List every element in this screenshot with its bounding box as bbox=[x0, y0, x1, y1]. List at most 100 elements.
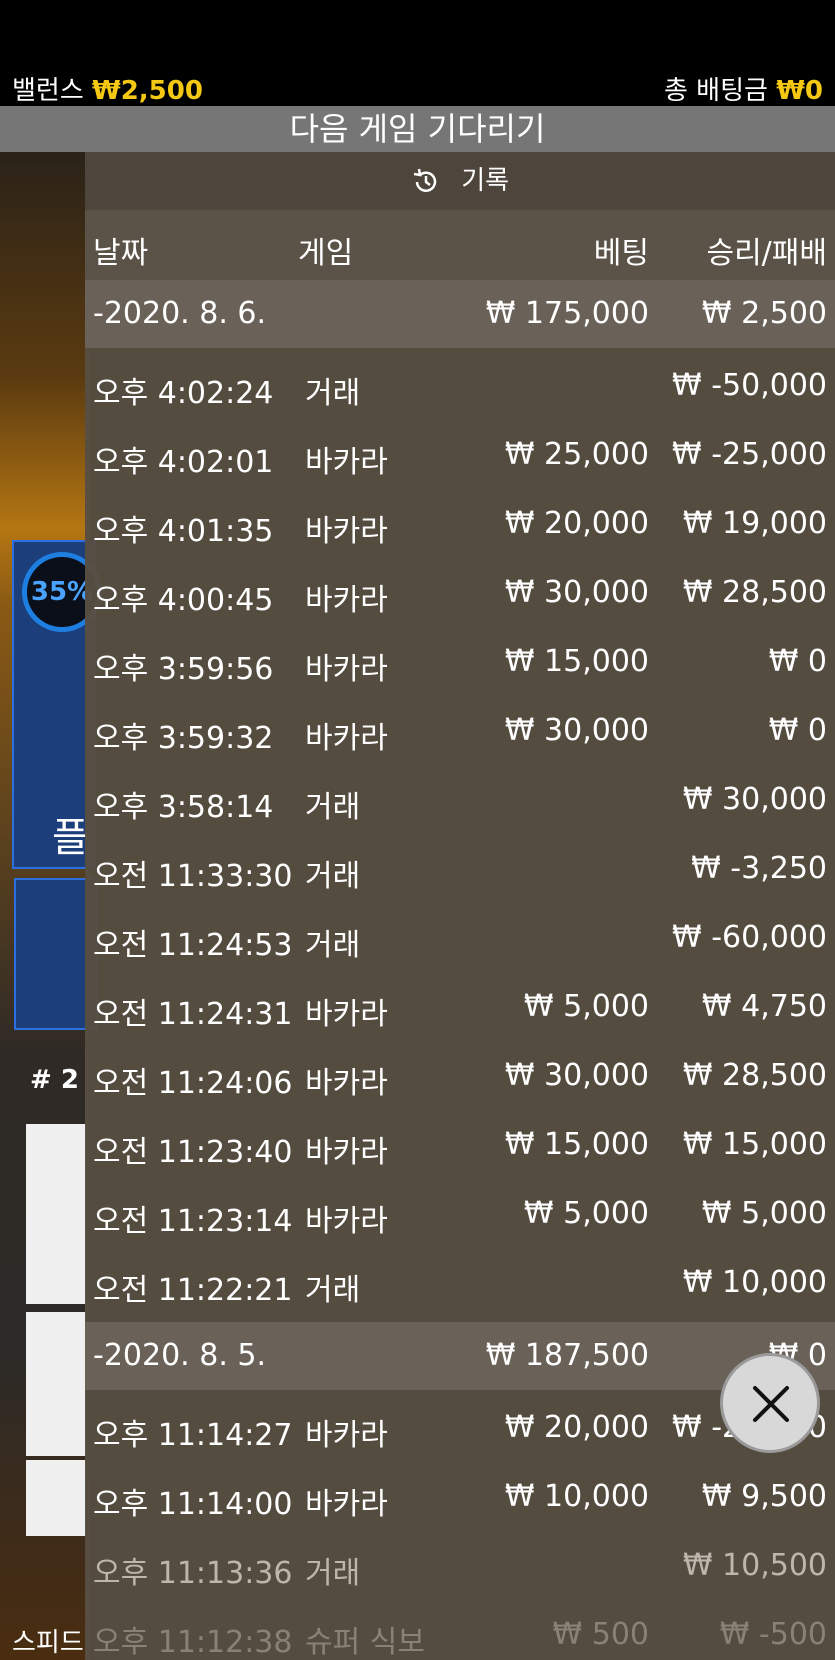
row-winloss: ₩ -500 bbox=[719, 1617, 827, 1652]
row-game: 바카라 bbox=[305, 652, 388, 687]
col-game: 게임 bbox=[298, 236, 354, 271]
table-row[interactable]: 오후 3:58:14 거래 ₩ 30,000 bbox=[85, 766, 835, 835]
row-winloss: ₩ 4,750 bbox=[701, 989, 827, 1024]
row-game: 거래 bbox=[305, 790, 361, 825]
row-time: 오후 3:59:32 bbox=[93, 721, 274, 756]
row-bet: ₩ 5,000 bbox=[523, 989, 649, 1024]
history-title: 기록 bbox=[461, 166, 510, 196]
row-game: 바카라 bbox=[305, 1487, 388, 1522]
row-time: 오후 11:13:36 bbox=[93, 1556, 293, 1591]
row-time: 오후 4:01:35 bbox=[93, 514, 274, 549]
row-winloss: ₩ -50,000 bbox=[672, 368, 827, 403]
history-title-bar: 기록 bbox=[85, 152, 835, 210]
row-bet: ₩ 500 bbox=[552, 1617, 649, 1652]
group-bet-total: ₩ 175,000 bbox=[485, 296, 649, 331]
row-game: 바카라 bbox=[305, 445, 388, 480]
row-game: 거래 bbox=[305, 928, 361, 963]
row-game: 바카라 bbox=[305, 721, 388, 756]
row-time: 오후 11:14:00 bbox=[93, 1487, 293, 1522]
row-winloss: ₩ 9,500 bbox=[701, 1479, 827, 1514]
table-header: 날짜 게임 베팅 승리/패배 bbox=[85, 210, 835, 280]
table-row[interactable]: 오전 11:24:31 바카라 ₩ 5,000 ₩ 4,750 bbox=[85, 973, 835, 1042]
row-winloss: ₩ 19,000 bbox=[682, 506, 827, 541]
row-game: 바카라 bbox=[305, 1135, 388, 1170]
row-time: 오후 3:59:56 bbox=[93, 652, 274, 687]
group-bet-total: ₩ 187,500 bbox=[485, 1338, 649, 1373]
row-bet: ₩ 30,000 bbox=[504, 713, 649, 748]
row-game: 거래 bbox=[305, 1556, 361, 1591]
row-time: 오후 11:12:38 bbox=[93, 1625, 293, 1660]
row-winloss: ₩ 0 bbox=[768, 644, 827, 679]
balance-label: 밸런스 bbox=[12, 76, 84, 106]
big-road bbox=[26, 1312, 86, 1456]
row-game: 바카라 bbox=[305, 1066, 388, 1101]
row-game: 거래 bbox=[305, 1273, 361, 1308]
speed-label-partial: 스피드 bbox=[12, 1628, 84, 1658]
table-row[interactable]: 오후 11:12:38 슈퍼 식보 ₩ 500 ₩ -500 bbox=[85, 1601, 835, 1660]
table-row[interactable]: 오후 3:59:32 바카라 ₩ 30,000 ₩ 0 bbox=[85, 697, 835, 766]
row-bet: ₩ 20,000 bbox=[504, 506, 649, 541]
table-row[interactable]: 오전 11:23:40 바카라 ₩ 15,000 ₩ 15,000 bbox=[85, 1111, 835, 1180]
table-row[interactable]: 오전 11:23:14 바카라 ₩ 5,000 ₩ 5,000 bbox=[85, 1180, 835, 1249]
table-row[interactable]: 오전 11:22:21 거래 ₩ 10,000 bbox=[85, 1249, 835, 1318]
row-winloss: ₩ 0 bbox=[768, 713, 827, 748]
date-group-header[interactable]: -2020. 8. 6. ₩ 175,000 ₩ 2,500 bbox=[85, 280, 835, 348]
history-icon bbox=[413, 168, 437, 192]
row-time: 오전 11:23:40 bbox=[93, 1135, 293, 1170]
row-winloss: ₩ -25,000 bbox=[672, 437, 827, 472]
row-time: 오후 4:02:01 bbox=[93, 445, 274, 480]
row-bet: ₩ 25,000 bbox=[504, 437, 649, 472]
waiting-banner: 다음 게임 기다리기 bbox=[0, 106, 835, 152]
row-winloss: ₩ 28,500 bbox=[682, 1058, 827, 1093]
row-game: 바카라 bbox=[305, 1418, 388, 1453]
row-game: 거래 bbox=[305, 859, 361, 894]
history-panel: 기록 날짜 게임 베팅 승리/패배 -2020. 8. 6. ₩ 175,000… bbox=[85, 152, 835, 1660]
date-group-header[interactable]: -2020. 8. 5. ₩ 187,500 ₩ 0 bbox=[85, 1322, 835, 1390]
table-row[interactable]: 오후 11:13:36 거래 ₩ 10,500 bbox=[85, 1532, 835, 1601]
row-game: 바카라 bbox=[305, 583, 388, 618]
row-game: 거래 bbox=[305, 376, 361, 411]
row-time: 오전 11:24:31 bbox=[93, 997, 293, 1032]
round-number-partial: # 2 bbox=[30, 1065, 79, 1095]
row-time: 오후 4:00:45 bbox=[93, 583, 274, 618]
row-bet: ₩ 20,000 bbox=[504, 1410, 649, 1445]
table-row[interactable]: 오후 3:59:56 바카라 ₩ 15,000 ₩ 0 bbox=[85, 628, 835, 697]
row-game: 슈퍼 식보 bbox=[305, 1625, 425, 1660]
row-time: 오전 11:22:21 bbox=[93, 1273, 293, 1308]
col-date: 날짜 bbox=[93, 236, 149, 271]
row-game: 바카라 bbox=[305, 1204, 388, 1239]
row-winloss: ₩ -3,250 bbox=[691, 851, 827, 886]
close-button[interactable] bbox=[720, 1353, 820, 1453]
row-bet: ₩ 30,000 bbox=[504, 575, 649, 610]
row-winloss: ₩ 10,500 bbox=[682, 1548, 827, 1583]
table-row[interactable]: 오후 4:02:01 바카라 ₩ 25,000 ₩ -25,000 bbox=[85, 421, 835, 490]
row-bet: ₩ 15,000 bbox=[504, 644, 649, 679]
row-winloss: ₩ 5,000 bbox=[701, 1196, 827, 1231]
player-label-partial: 플 bbox=[52, 815, 89, 861]
group-winloss-total: ₩ 2,500 bbox=[701, 296, 827, 331]
row-bet: ₩ 10,000 bbox=[504, 1479, 649, 1514]
table-row[interactable]: 오전 11:24:06 바카라 ₩ 30,000 ₩ 28,500 bbox=[85, 1042, 835, 1111]
row-time: 오후 3:58:14 bbox=[93, 790, 274, 825]
row-time: 오후 11:14:27 bbox=[93, 1418, 293, 1453]
row-bet: ₩ 30,000 bbox=[504, 1058, 649, 1093]
row-winloss: ₩ 28,500 bbox=[682, 575, 827, 610]
row-bet: ₩ 5,000 bbox=[523, 1196, 649, 1231]
top-status-bar: 밸런스 ₩2,500 총 배팅금 ₩0 bbox=[0, 0, 835, 106]
row-bet: ₩ 15,000 bbox=[504, 1127, 649, 1162]
row-time: 오전 11:33:30 bbox=[93, 859, 293, 894]
row-winloss: ₩ 10,000 bbox=[682, 1265, 827, 1300]
table-row[interactable]: 오후 4:01:35 바카라 ₩ 20,000 ₩ 19,000 bbox=[85, 490, 835, 559]
col-winloss: 승리/패배 bbox=[706, 236, 827, 271]
table-row[interactable]: 오전 11:24:53 거래 ₩ -60,000 bbox=[85, 904, 835, 973]
table-row[interactable]: 오후 4:02:24 거래 ₩ -50,000 bbox=[85, 352, 835, 421]
bead-road bbox=[26, 1124, 86, 1304]
total-bet-value: ₩0 bbox=[776, 76, 823, 106]
total-bet: 총 배팅금 ₩0 bbox=[664, 70, 823, 107]
table-row[interactable]: 오후 11:14:00 바카라 ₩ 10,000 ₩ 9,500 bbox=[85, 1463, 835, 1532]
row-time: 오전 11:23:14 bbox=[93, 1204, 293, 1239]
table-row[interactable]: 오후 4:00:45 바카라 ₩ 30,000 ₩ 28,500 bbox=[85, 559, 835, 628]
row-time: 오전 11:24:06 bbox=[93, 1066, 293, 1101]
table-row[interactable]: 오전 11:33:30 거래 ₩ -3,250 bbox=[85, 835, 835, 904]
group-date: -2020. 8. 6. bbox=[93, 296, 267, 331]
